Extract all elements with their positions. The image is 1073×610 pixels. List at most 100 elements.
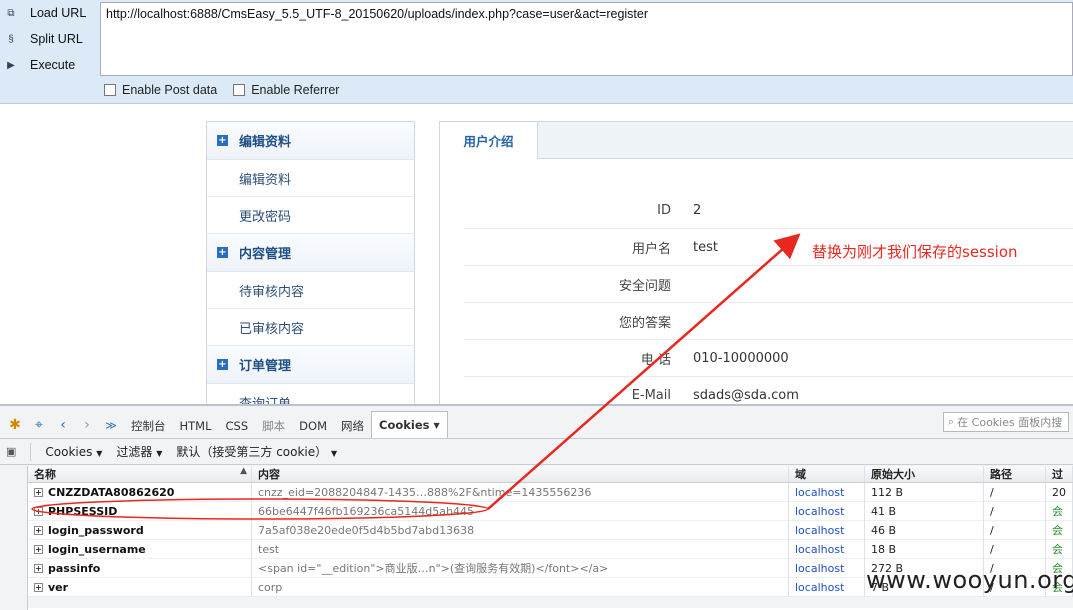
info-label: 安全问题 xyxy=(618,278,671,294)
inspect-icon[interactable]: ⌖ xyxy=(28,412,50,438)
expand-plus-icon: + xyxy=(217,135,228,146)
section-edit-profile[interactable]: + 编辑资料 xyxy=(207,122,414,160)
split-url-button[interactable]: § Split URL xyxy=(0,26,96,52)
cookie-expires: 会 xyxy=(1046,539,1073,559)
expand-icon[interactable]: + xyxy=(34,525,43,535)
info-label: E-Mail xyxy=(631,387,671,403)
cookie-name: + login_username xyxy=(28,539,252,559)
column-raw-size[interactable]: 原始大小 xyxy=(865,466,984,482)
expand-icon[interactable]: + xyxy=(34,506,43,516)
checkbox-box[interactable] xyxy=(104,84,116,96)
tab-user-intro[interactable]: 用户介绍 xyxy=(440,122,538,159)
cookie-expires: 会 xyxy=(1046,520,1073,540)
info-row: 电 话 010-10000000 xyxy=(464,340,1073,377)
section-order-management[interactable]: + 订单管理 xyxy=(207,346,414,384)
cookie-domain: localhost xyxy=(789,520,865,540)
dropdown-arrow-icon: ▼ xyxy=(433,420,440,430)
info-label: ID xyxy=(657,202,671,218)
info-label: 您的答案 xyxy=(618,315,671,331)
dropdown-arrow-icon: ▼ xyxy=(156,449,163,458)
column-path[interactable]: 路径 xyxy=(984,466,1046,482)
tab-html[interactable]: HTML xyxy=(173,414,219,438)
column-content[interactable]: 内容 xyxy=(252,466,789,482)
column-expires[interactable]: 过 xyxy=(1046,466,1073,482)
expand-plus-icon: + xyxy=(217,359,228,370)
devtools-toolbar: ✱ ⌖ ‹ › ≫ 控制台 HTML CSS 脚本 DOM 网络 Cookies… xyxy=(0,406,1073,439)
tab-script[interactable]: 脚本 xyxy=(255,414,292,438)
url-textarea[interactable]: http://localhost:6888/CmsEasy_5.5_UTF-8_… xyxy=(100,2,1073,76)
expand-plus-icon: + xyxy=(217,247,228,258)
cookies-menu[interactable]: Cookies ▼ xyxy=(45,445,102,459)
column-name[interactable]: 名称 ▲ xyxy=(28,466,252,482)
default-policy-menu[interactable]: 默认（接受第三方 cookie） ▼ xyxy=(176,443,337,460)
filter-menu[interactable]: 过滤器 ▼ xyxy=(116,443,162,460)
command-line-icon[interactable]: ≫ xyxy=(100,412,122,438)
load-url-button[interactable]: ⧉ Load URL xyxy=(0,0,96,26)
cookie-lock-icon[interactable]: ▣ xyxy=(6,445,16,458)
tab-cookies[interactable]: Cookies ▼ xyxy=(371,411,448,438)
tab-net[interactable]: 网络 xyxy=(334,414,371,438)
cookie-value: cnzz_eid=2088204847-1435…888%2F&ntime=14… xyxy=(252,482,789,502)
menu-item-pending-content[interactable]: 待审核内容 xyxy=(207,272,414,309)
menu-item-query-orders[interactable]: 查询订单 xyxy=(207,384,414,406)
cookie-expires: 会 xyxy=(1046,501,1073,521)
info-row: 安全问题 xyxy=(464,266,1073,303)
cookie-value: corp xyxy=(252,577,789,597)
annotation-text: 替换为刚才我们保存的session xyxy=(812,243,1018,261)
info-row: ID 2 xyxy=(464,192,1073,229)
cookies-subtoolbar: ▣ Cookies ▼ 过滤器 ▼ 默认（接受第三方 cookie） ▼ xyxy=(0,439,1073,465)
cookie-name: + login_password xyxy=(28,520,252,540)
user-sidebar-menu: + 编辑资料 编辑资料 更改密码 + 内容管理 待审核内容 已审核内容 + 订单管理 … xyxy=(206,121,415,406)
left-gutter xyxy=(0,466,28,610)
tab-console[interactable]: 控制台 xyxy=(124,414,173,438)
cookie-domain: localhost xyxy=(789,539,865,559)
cookie-path: / xyxy=(984,482,1046,502)
menu-item-edit-profile[interactable]: 编辑资料 xyxy=(207,160,414,197)
execute-icon: ▶ xyxy=(7,59,15,71)
section-content-management[interactable]: + 内容管理 xyxy=(207,234,414,272)
table-row[interactable]: + login_username test localhost 18 B / 会 xyxy=(28,539,1073,559)
cookie-domain: localhost xyxy=(789,501,865,521)
hackbar: ⧉ Load URL § Split URL ▶ Execute http://loc… xyxy=(0,0,1073,104)
enable-post-checkbox[interactable]: Enable Post data xyxy=(104,83,217,97)
execute-button[interactable]: ▶ Execute xyxy=(0,52,96,78)
tab-css[interactable]: CSS xyxy=(219,414,256,438)
expand-icon[interactable]: + xyxy=(34,544,43,554)
info-value: 010-10000000 xyxy=(693,350,789,366)
table-header: 名称 ▲ 内容 域 原始大小 路径 过 xyxy=(28,466,1073,483)
cookies-search-input[interactable]: ⌕ 在 Cookies 面板内搜 xyxy=(943,412,1069,432)
forward-icon[interactable]: › xyxy=(76,412,98,438)
enable-referrer-checkbox[interactable]: Enable Referrer xyxy=(233,83,339,97)
cookie-value: 7a5af038e20ede0f5d4b5bd7abd13638 xyxy=(252,520,789,540)
checkbox-box[interactable] xyxy=(233,84,246,96)
tab-bar: 用户介绍 xyxy=(440,122,1073,159)
cookie-name: + PHPSESSID xyxy=(28,501,252,521)
cookie-domain: localhost xyxy=(789,558,865,578)
cookie-value: <span id="__edition">商业版…n">(查询服务有效期)</f… xyxy=(252,558,789,578)
menu-item-change-password[interactable]: 更改密码 xyxy=(207,197,414,234)
tab-dom[interactable]: DOM xyxy=(292,414,334,438)
cookie-size: 112 B xyxy=(865,482,984,502)
expand-icon[interactable]: + xyxy=(34,487,43,497)
cookie-name: + CNZZDATA80862620 xyxy=(28,482,252,502)
cookie-path: / xyxy=(984,520,1046,540)
expand-icon[interactable]: + xyxy=(34,582,43,592)
dropdown-arrow-icon: ▼ xyxy=(96,448,103,458)
split-url-icon: § xyxy=(8,33,14,45)
load-url-icon: ⧉ xyxy=(7,7,15,19)
menu-item-approved-content[interactable]: 已审核内容 xyxy=(207,309,414,346)
table-row[interactable]: + PHPSESSID 66be6447f46fb169236ca5144d5ab… xyxy=(28,501,1073,521)
table-row[interactable]: + login_password 7a5af038e20ede0f5d4b5bd7… xyxy=(28,520,1073,540)
sort-asc-icon: ▲ xyxy=(240,466,247,476)
search-icon: ⌕ xyxy=(948,415,955,428)
column-domain[interactable]: 域 xyxy=(789,466,865,482)
info-label: 电 话 xyxy=(640,352,671,368)
cookie-value: test xyxy=(252,539,789,559)
cookie-size: 18 B xyxy=(865,539,984,559)
expand-icon[interactable]: + xyxy=(34,563,43,573)
back-icon[interactable]: ‹ xyxy=(52,412,74,438)
hackbar-options: Enable Post data Enable Referrer xyxy=(104,83,339,97)
firebug-icon[interactable]: ✱ xyxy=(4,412,26,438)
info-row: 您的答案 xyxy=(464,303,1073,340)
table-row[interactable]: + CNZZDATA80862620 cnzz_eid=2088204847-14… xyxy=(28,482,1073,502)
